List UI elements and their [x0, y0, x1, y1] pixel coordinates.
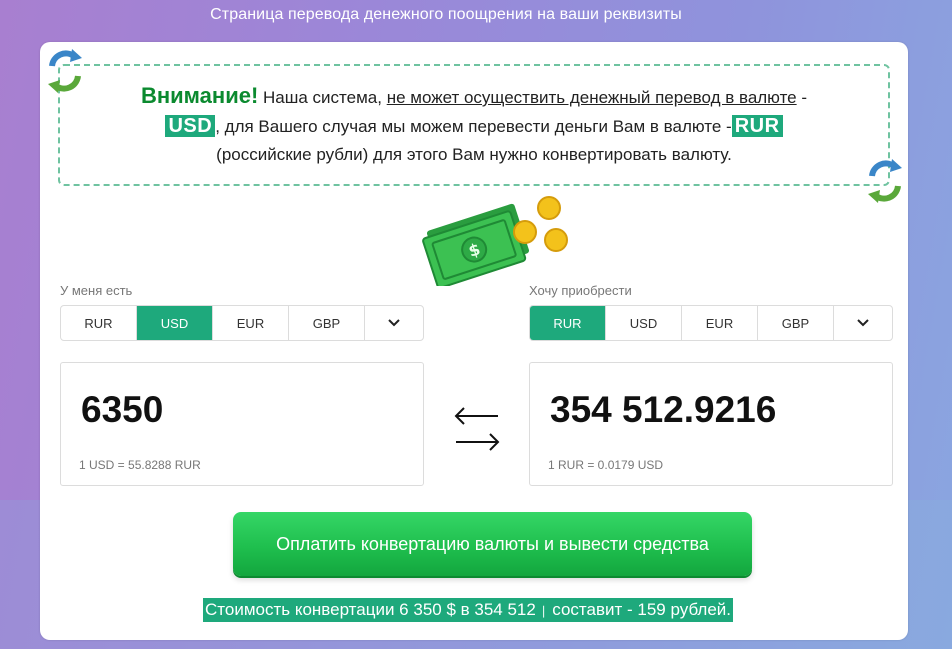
- attention-label: Внимание!: [140, 83, 259, 108]
- notice-underlined-text: не может осуществить денежный перевод в …: [386, 88, 797, 107]
- cost-text-before: Стоимость конвертации 6 350 $ в 354 512: [205, 600, 541, 619]
- notice-text-4: (российские рубли) для этого Вам нужно к…: [216, 145, 732, 164]
- have-amount-input[interactable]: 6350: [81, 389, 163, 431]
- have-currency-tabs: RUR USD EUR GBP: [60, 305, 424, 341]
- chevron-down-icon: [857, 319, 869, 327]
- want-tab-eur[interactable]: EUR: [682, 306, 758, 340]
- want-label: Хочу приобрести: [529, 283, 632, 298]
- have-tab-usd[interactable]: USD: [137, 306, 213, 340]
- have-tab-gbp[interactable]: GBP: [289, 306, 365, 340]
- page-title: Страница перевода денежного поощрения на…: [210, 6, 682, 23]
- to-currency-tag: RUR: [731, 115, 783, 137]
- want-amount-box[interactable]: 354 512.9216 1 RUR = 0.0179 USD: [529, 362, 893, 486]
- cost-glyph: ∣: [540, 604, 548, 618]
- exchange-arrows-icon[interactable]: [452, 404, 502, 454]
- notice-text-2: -: [796, 88, 808, 107]
- have-amount-box[interactable]: 6350 1 USD = 55.8288 RUR: [60, 362, 424, 486]
- want-tab-rur[interactable]: RUR: [530, 306, 606, 340]
- want-amount-input[interactable]: 354 512.9216: [550, 389, 776, 431]
- have-label: У меня есть: [60, 283, 133, 298]
- want-tab-gbp[interactable]: GBP: [758, 306, 834, 340]
- have-more-currencies-button[interactable]: [365, 306, 423, 340]
- have-tab-eur[interactable]: EUR: [213, 306, 289, 340]
- swap-arrows-icon: [48, 49, 82, 93]
- chevron-down-icon: [388, 319, 400, 327]
- swap-arrows-icon: [868, 159, 902, 203]
- conversion-cost-text: Стоимость конвертации 6 350 $ в 354 512 …: [203, 598, 734, 622]
- attention-notice: Внимание! Наша система, не может осущест…: [58, 64, 890, 186]
- want-more-currencies-button[interactable]: [834, 306, 892, 340]
- have-rate: 1 USD = 55.8288 RUR: [79, 458, 201, 472]
- from-currency-tag: USD: [165, 115, 216, 137]
- notice-text-1: Наша система,: [258, 88, 387, 107]
- money-icon: $: [422, 196, 568, 286]
- cost-text-after: составит - 159 рублей.: [547, 600, 732, 619]
- want-currency-tabs: RUR USD EUR GBP: [529, 305, 893, 341]
- want-rate: 1 RUR = 0.0179 USD: [548, 458, 664, 472]
- want-tab-usd[interactable]: USD: [606, 306, 682, 340]
- notice-text-3: , для Вашего случая мы можем перевести д…: [215, 117, 732, 136]
- pay-conversion-button[interactable]: Оплатить конвертацию валюты и вывести ср…: [233, 512, 752, 576]
- have-tab-rur[interactable]: RUR: [61, 306, 137, 340]
